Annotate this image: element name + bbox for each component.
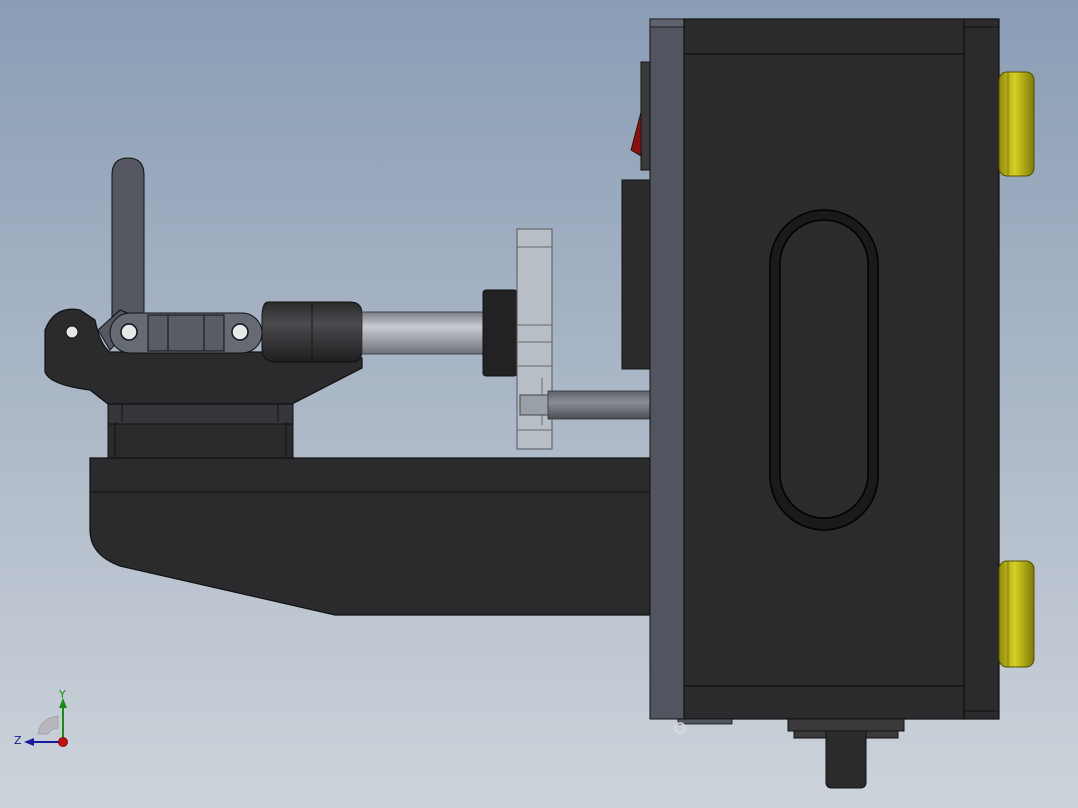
pivot-pin-right (231, 323, 249, 341)
slot-window (769, 209, 879, 531)
plunger-tip (482, 289, 518, 377)
graphics-viewport[interactable]: Y Z (0, 0, 1078, 808)
plunger-grip[interactable] (261, 301, 363, 363)
side-plate[interactable] (649, 18, 685, 720)
clamp-linkage[interactable] (109, 312, 263, 354)
x-axis-dot (58, 737, 68, 747)
plunger-rod (361, 311, 485, 355)
cad-model-view[interactable] (0, 0, 1078, 808)
flange-disc[interactable] (516, 228, 553, 450)
yellow-knob-top[interactable] (998, 71, 1035, 177)
pivot-pin-left (120, 323, 138, 341)
drive-shaft (519, 390, 653, 420)
clamp-pedestal[interactable] (107, 403, 294, 459)
yellow-knob-bottom[interactable] (998, 560, 1035, 668)
z-axis-arrow (24, 738, 34, 746)
coordinate-triad: Y Z (14, 688, 68, 747)
y-axis-label: Y (58, 688, 66, 701)
z-axis-label: Z (14, 734, 22, 747)
